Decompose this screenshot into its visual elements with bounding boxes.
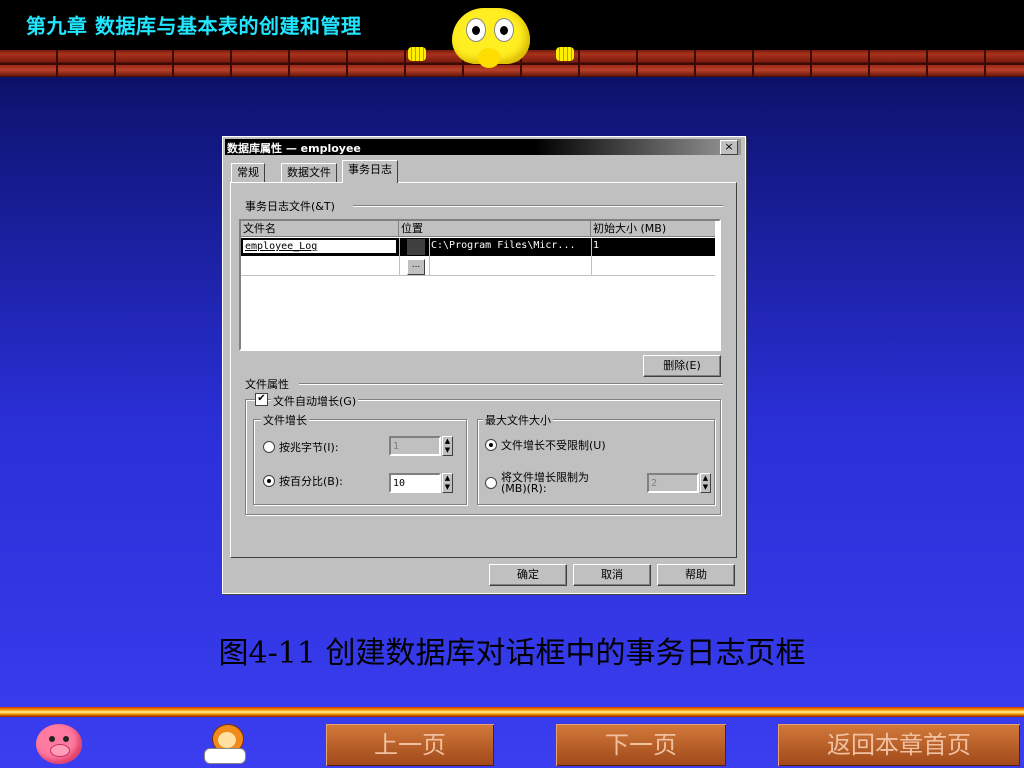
by-mb-radio[interactable] [263, 441, 275, 453]
log-files-grid: 文件名 位置 初始大小 (MB) employee_Log C:\Program… [239, 219, 721, 351]
mascot-eye-left [466, 18, 486, 42]
table-row[interactable]: employee_Log C:\Program Files\Micr... 1 [241, 238, 715, 256]
chapter-home-button[interactable]: 返回本章首页 [778, 724, 1020, 766]
column-divider [591, 238, 592, 276]
brick-mortar-line [0, 63, 1024, 65]
ok-button[interactable]: 确定 [489, 564, 567, 586]
mascot-eye-right [494, 18, 514, 42]
by-mb-spinner-input[interactable]: 1 [389, 436, 441, 456]
monkey-face [218, 732, 236, 748]
mascot-nose [478, 48, 500, 68]
tab-transaction-log[interactable]: 事务日志 [342, 160, 398, 183]
browse-button[interactable]: ... [407, 259, 425, 275]
footer-stripe [0, 707, 1024, 717]
browse-button[interactable] [407, 239, 425, 255]
location-cell: C:\Program Files\Micr... [431, 240, 576, 251]
unrestricted-label[interactable]: 文件增长不受限制(U) [501, 437, 606, 453]
tab-general[interactable]: 常规 [231, 163, 265, 182]
table-row[interactable]: ... [241, 257, 715, 276]
chapter-title: 第九章 数据库与基本表的创建和管理 [26, 14, 362, 38]
column-header-filename[interactable]: 文件名 [241, 221, 399, 237]
column-header-location[interactable]: 位置 [399, 221, 591, 237]
group-line [353, 205, 723, 207]
initial-size-cell[interactable]: 1 [593, 240, 599, 251]
unrestricted-radio[interactable] [485, 439, 497, 451]
auto-grow-label[interactable]: 文件自动增长(G) [271, 393, 359, 409]
prev-page-button[interactable]: 上一页 [326, 724, 494, 766]
by-percent-label[interactable]: 按百分比(B): [279, 473, 343, 489]
filename-cell-input[interactable]: employee_Log [242, 239, 397, 254]
dialog-title: 数据库属性 — employee [227, 142, 361, 155]
by-mb-label[interactable]: 按兆字节(I): [279, 439, 339, 455]
by-percent-radio[interactable] [263, 475, 275, 487]
pig-eye [49, 736, 55, 742]
column-divider [429, 238, 430, 276]
mascot-hand-right [556, 47, 574, 61]
by-percent-spinner-input[interactable]: 10 [389, 473, 441, 493]
pig-snout [50, 744, 70, 757]
figure-caption: 图4-11 创建数据库对话框中的事务日志页框 [218, 636, 806, 671]
help-button[interactable]: 帮助 [657, 564, 735, 586]
pupil [500, 26, 508, 35]
restrict-label-line2[interactable]: (MB)(R): [501, 482, 547, 495]
tab-data-files[interactable]: 数据文件 [281, 163, 337, 182]
growth-group-label: 文件增长 [261, 412, 309, 428]
dialog-titlebar: 数据库属性 — employee × [225, 139, 741, 155]
cancel-button[interactable]: 取消 [573, 564, 651, 586]
close-button[interactable]: × [720, 140, 738, 155]
database-properties-dialog: 数据库属性 — employee × 常规 数据文件 事务日志 事务日志文件(&… [222, 136, 746, 594]
log-files-group-label: 事务日志文件(&T) [243, 198, 337, 214]
pupil [472, 26, 480, 35]
group-line [299, 383, 723, 385]
monkey-body [204, 748, 246, 764]
column-header-initial-size[interactable]: 初始大小 (MB) [591, 221, 715, 237]
restrict-spinner-buttons[interactable]: ▲ ▼ [700, 473, 711, 493]
column-divider [399, 238, 400, 276]
restrict-spinner-input[interactable]: 2 [647, 473, 699, 493]
next-page-button[interactable]: 下一页 [556, 724, 726, 766]
max-size-group-label: 最大文件大小 [483, 412, 553, 428]
restrict-radio[interactable] [485, 477, 497, 489]
auto-grow-checkbox[interactable]: ✔ [255, 393, 268, 406]
delete-button[interactable]: 删除(E) [643, 355, 721, 377]
mascot-hand-left [408, 47, 426, 61]
by-percent-spinner-buttons[interactable]: ▲ ▼ [442, 473, 453, 493]
pig-eye [63, 736, 69, 742]
by-mb-spinner-buttons[interactable]: ▲ ▼ [442, 436, 453, 456]
pig-icon[interactable] [36, 724, 82, 764]
file-properties-label: 文件属性 [243, 376, 291, 392]
monkey-icon[interactable] [198, 722, 254, 766]
